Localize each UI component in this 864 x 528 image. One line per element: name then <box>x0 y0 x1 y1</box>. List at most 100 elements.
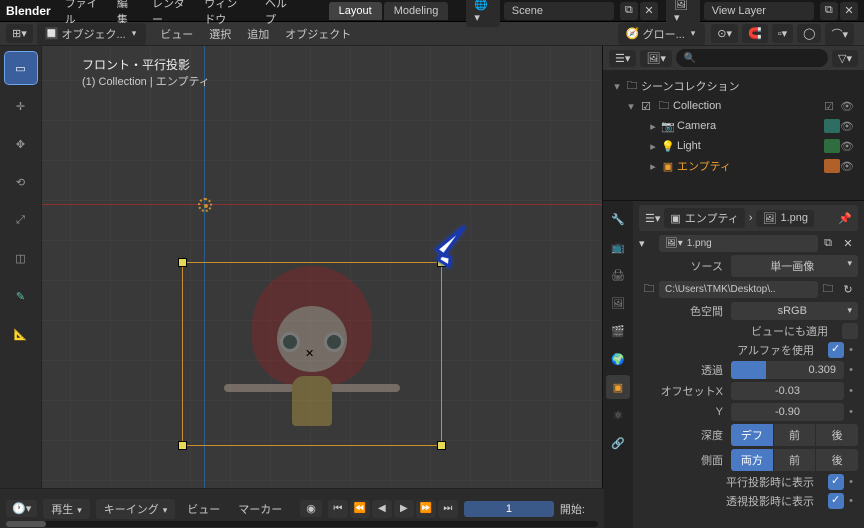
outliner-editor-type-icon[interactable]: ☰▾ <box>609 50 636 67</box>
use-alpha-checkbox[interactable] <box>828 342 844 358</box>
decorator-dot-icon[interactable]: • <box>844 495 858 507</box>
outliner-display-mode-icon[interactable]: 🖼▾ <box>640 50 672 67</box>
image-new-button[interactable]: ⧉ <box>818 237 838 250</box>
depth-front-button[interactable]: 前 <box>774 424 817 446</box>
outliner-scene-collection[interactable]: ▾🗀 シーンコレクション <box>607 76 860 96</box>
side-front-button[interactable]: 前 <box>774 449 817 471</box>
side-back-button[interactable]: 後 <box>816 449 858 471</box>
outliner-item-camera[interactable]: ▸📷 Camera 👁 <box>607 116 860 136</box>
snap-dropdown[interactable]: ▫▾ <box>772 24 793 43</box>
menu-help[interactable]: ヘルプ <box>265 0 291 27</box>
prop-tab-viewlayer[interactable]: 🖼 <box>606 291 630 315</box>
decorator-dot-icon[interactable]: • <box>844 385 858 397</box>
autokey-toggle[interactable]: ◉ <box>300 500 322 517</box>
editor-type-icon[interactable]: ☰▾ <box>645 212 660 225</box>
show-ortho-checkbox[interactable] <box>828 474 844 490</box>
prop-tab-scene[interactable]: 🎬 <box>606 319 630 343</box>
outliner-search-input[interactable] <box>676 49 828 67</box>
image-unlink-button[interactable]: ✕ <box>838 237 858 250</box>
header-menu-view[interactable]: ビュー <box>160 26 193 42</box>
current-frame-field[interactable]: 1 <box>464 501 554 517</box>
decorator-dot-icon[interactable]: • <box>844 344 858 356</box>
play-reverse-button[interactable]: ◀ <box>372 500 392 518</box>
handle-top-left[interactable] <box>178 258 187 267</box>
breadcrumb-object[interactable]: ▣ エンプティ <box>664 208 744 228</box>
tool-scale[interactable]: ⤢ <box>5 204 37 236</box>
header-menu-select[interactable]: 選択 <box>209 26 231 42</box>
proportional-dropdown[interactable]: ⌒▾ <box>825 23 854 45</box>
eye-icon[interactable]: 👁 <box>840 160 854 173</box>
apply-view-checkbox[interactable] <box>842 323 858 339</box>
eye-icon[interactable]: 👁 <box>840 100 854 113</box>
image-datablock-field[interactable]: 🖼▾ 1.png <box>659 235 818 252</box>
scene-browse-icon[interactable]: 🌐▾ <box>466 0 499 27</box>
image-data-icon[interactable] <box>824 159 840 173</box>
prop-tab-render[interactable]: 📺 <box>606 235 630 259</box>
pin-icon[interactable]: 📌 <box>838 212 852 225</box>
handle-bottom-left[interactable] <box>178 441 187 450</box>
outliner-item-empty[interactable]: ▸▣ エンプティ 👁 <box>607 156 860 176</box>
light-data-icon[interactable] <box>824 139 840 153</box>
pivot-dropdown[interactable]: ⊙▾ <box>711 24 738 43</box>
tool-move[interactable]: ✥ <box>5 128 37 160</box>
decorator-dot-icon[interactable]: • <box>844 476 858 488</box>
tool-annotate[interactable]: ✎ <box>5 280 37 312</box>
menu-render[interactable]: レンダー <box>152 0 186 27</box>
decorator-dot-icon[interactable]: • <box>844 406 858 418</box>
handle-bottom-right[interactable] <box>437 441 446 450</box>
opacity-slider[interactable]: 0.309 <box>731 361 844 379</box>
colorspace-dropdown[interactable]: sRGB <box>731 302 858 320</box>
keyframe-prev-button[interactable]: ⏪ <box>350 500 370 518</box>
prop-tab-output[interactable]: 🖨 <box>606 263 630 287</box>
prop-tab-world[interactable]: 🌍 <box>606 347 630 371</box>
outliner-tree[interactable]: ▾🗀 シーンコレクション ▾☑🗀 Collection ☑👁 ▸📷 Camera… <box>603 70 864 200</box>
tool-select-box[interactable]: ▭ <box>5 52 37 84</box>
decorator-dot-icon[interactable]: • <box>844 364 858 376</box>
depth-back-button[interactable]: 後 <box>816 424 858 446</box>
jump-end-button[interactable]: ⏭ <box>438 500 458 518</box>
filepath-field[interactable]: C:\Users\TMK\Desktop\.. <box>659 281 818 298</box>
eye-icon[interactable]: 👁 <box>840 140 854 153</box>
jump-start-button[interactable]: ⏮ <box>328 500 348 518</box>
exclude-icon[interactable]: ☑ <box>824 100 834 113</box>
keying-dropdown[interactable]: キーイング <box>96 499 176 519</box>
empty-image-object[interactable] <box>182 262 442 446</box>
viewlayer-delete-button[interactable]: ✕ <box>840 2 858 20</box>
filepath-reload-button[interactable]: ↻ <box>838 283 858 296</box>
snap-toggle[interactable]: 🧲 <box>742 24 768 43</box>
outliner-filter-icon[interactable]: ▽▾ <box>832 50 858 67</box>
filepath-browse-button[interactable]: 🗀 <box>818 280 838 299</box>
offset-y-field[interactable]: -0.90 <box>731 403 844 421</box>
tool-measure[interactable]: 📐 <box>5 318 37 350</box>
tool-rotate[interactable]: ⟲ <box>5 166 37 198</box>
show-persp-checkbox[interactable] <box>828 493 844 509</box>
transform-orient-dropdown[interactable]: 🧭 グロー... <box>618 23 705 45</box>
menu-window[interactable]: ウィンドウ <box>204 0 247 27</box>
outliner-collection[interactable]: ▾☑🗀 Collection ☑👁 <box>607 96 860 116</box>
filebrowser-icon[interactable]: 🗀 <box>639 280 659 299</box>
expand-icon[interactable]: ▾ <box>639 237 659 250</box>
prop-tab-tool[interactable]: 🔧 <box>606 207 630 231</box>
playback-dropdown[interactable]: 再生 <box>43 499 90 519</box>
editor-type-icon[interactable]: ⊞▾ <box>6 24 33 43</box>
viewlayer-name-field[interactable]: View Layer <box>704 2 814 20</box>
scene-new-button[interactable]: ⧉ <box>620 2 638 20</box>
side-both-button[interactable]: 両方 <box>731 449 774 471</box>
viewlayer-new-button[interactable]: ⧉ <box>820 2 838 20</box>
checkbox-icon[interactable]: ☑ <box>637 100 655 113</box>
header-menu-object[interactable]: オブジェクト <box>285 26 351 42</box>
prop-tab-constraints[interactable]: 🔗 <box>606 431 630 455</box>
prop-tab-object-data[interactable]: ▣ <box>606 375 630 399</box>
keyframe-next-button[interactable]: ⏩ <box>416 500 436 518</box>
tool-transform[interactable]: ◫ <box>5 242 37 274</box>
source-dropdown[interactable]: 単一画像 <box>731 255 858 277</box>
proportional-toggle[interactable]: ◯ <box>797 24 821 43</box>
tab-modeling[interactable]: Modeling <box>384 2 449 20</box>
timeline-editor-type-icon[interactable]: 🕐▾ <box>6 500 37 517</box>
timeline-scrollbar[interactable] <box>6 521 598 527</box>
timeline-menu-view[interactable]: ビュー <box>187 501 220 517</box>
offset-x-field[interactable]: -0.03 <box>731 382 844 400</box>
header-menu-add[interactable]: 追加 <box>247 26 269 42</box>
timeline-menu-marker[interactable]: マーカー <box>238 501 282 517</box>
tool-cursor[interactable]: ✛ <box>5 90 37 122</box>
